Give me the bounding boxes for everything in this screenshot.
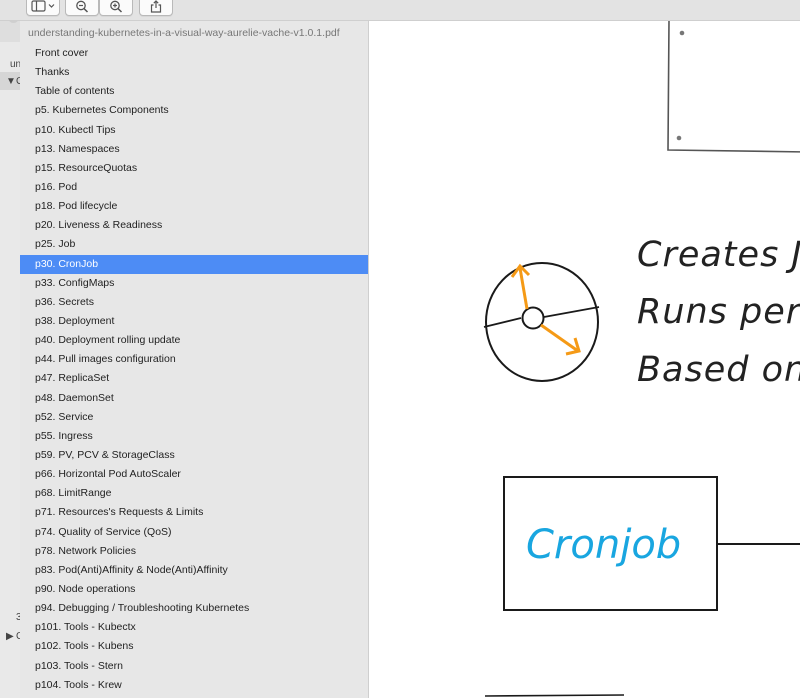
toc-sidebar: understanding-kubernetes-in-a-visual-way… xyxy=(20,20,369,698)
toc-item[interactable]: p74. Quality of Service (QoS) xyxy=(20,523,368,542)
toc-item[interactable]: p102. Tools - Kubens xyxy=(20,637,368,656)
bottom-line xyxy=(484,694,625,697)
toc-item[interactable]: Thanks xyxy=(20,63,368,82)
toc-item[interactable]: p20. Liveness & Readiness xyxy=(20,216,368,235)
toc-item[interactable]: p78. Network Policies xyxy=(20,542,368,561)
toc-item[interactable]: p40. Deployment rolling update xyxy=(20,331,368,350)
disclosure-triangle-icon[interactable]: ▶ xyxy=(6,631,14,642)
page-text-line: Creates Jo xyxy=(637,235,800,275)
toc-item[interactable]: p68. LimitRange xyxy=(20,484,368,503)
toc-item[interactable]: p103. Tools - Stern xyxy=(20,657,368,676)
toc-item[interactable]: p13. Namespaces xyxy=(20,140,368,159)
toc-item[interactable]: p83. Pod(Anti)Affinity & Node(Anti)Affin… xyxy=(20,561,368,580)
background-window: un ▼ G 3 ▶ C xyxy=(0,20,20,698)
sidebar-toggle-icon xyxy=(31,0,55,12)
toc-item[interactable]: p16. Pod xyxy=(20,178,368,197)
zoom-out-button[interactable] xyxy=(65,0,99,16)
page-text-line: Runs perio xyxy=(637,292,800,332)
share-button[interactable] xyxy=(139,0,173,16)
page-text-line: Based on xyxy=(637,350,800,390)
background-fragment: un xyxy=(10,59,20,70)
toc-item[interactable]: p101. Tools - Kubectx xyxy=(20,618,368,637)
toc-item[interactable]: Table of contents xyxy=(20,82,368,101)
toolbar xyxy=(0,0,800,21)
toc-item[interactable]: p94. Debugging / Troubleshooting Kuberne… xyxy=(20,599,368,618)
toc-item[interactable]: p47. ReplicaSet xyxy=(20,369,368,388)
toc-item[interactable]: p59. PV, PCV & StorageClass xyxy=(20,446,368,465)
share-icon xyxy=(150,0,162,13)
toc-item[interactable]: p104. Tools - Krew xyxy=(20,676,368,695)
toc-item[interactable]: Front cover xyxy=(20,44,368,63)
toc-item[interactable]: p48. DaemonSet xyxy=(20,389,368,408)
top-frame-box xyxy=(667,20,800,153)
toc-item[interactable]: p33. ConfigMaps xyxy=(20,274,368,293)
toc-item[interactable]: p5. Kubernetes Components xyxy=(20,101,368,120)
zoom-out-icon xyxy=(76,0,89,13)
toc-item[interactable]: p38. Deployment xyxy=(20,312,368,331)
clock-icon xyxy=(483,262,600,382)
toc-item[interactable]: p18. Pod lifecycle xyxy=(20,197,368,216)
sidebar-toggle-button[interactable] xyxy=(26,0,60,16)
toc-item[interactable]: p15. ResourceQuotas xyxy=(20,159,368,178)
toc-item[interactable]: p36. Secrets xyxy=(20,293,368,312)
toc-item[interactable]: p71. Resources's Requests & Limits xyxy=(20,503,368,522)
zoom-in-icon xyxy=(110,0,123,13)
zoom-in-button[interactable] xyxy=(99,0,133,16)
disclosure-triangle-icon[interactable]: ▼ xyxy=(6,76,16,87)
background-window-toolbar xyxy=(0,20,20,42)
toc-item[interactable]: p30. CronJob xyxy=(20,254,368,274)
toc-item[interactable]: p44. Pull images configuration xyxy=(20,350,368,369)
box-dot xyxy=(679,30,685,36)
pdf-page: Creates Jo Runs perio Based on Cronjob xyxy=(369,20,800,698)
toc-item[interactable]: p66. Horizontal Pod AutoScaler xyxy=(20,465,368,484)
document-title: understanding-kubernetes-in-a-visual-way… xyxy=(28,27,340,39)
toc-item[interactable]: p55. Ingress xyxy=(20,427,368,446)
toc-item[interactable]: p52. Service xyxy=(20,408,368,427)
cronjob-label: Cronjob xyxy=(526,522,682,568)
toc-list: Front cover Thanks Table of contents p5. Ku… xyxy=(20,44,368,695)
box-dot xyxy=(676,135,682,141)
toc-item[interactable]: p25. Job xyxy=(20,235,368,254)
toc-item[interactable]: p90. Node operations xyxy=(20,580,368,599)
toc-item[interactable]: p10. Kubectl Tips xyxy=(20,121,368,140)
